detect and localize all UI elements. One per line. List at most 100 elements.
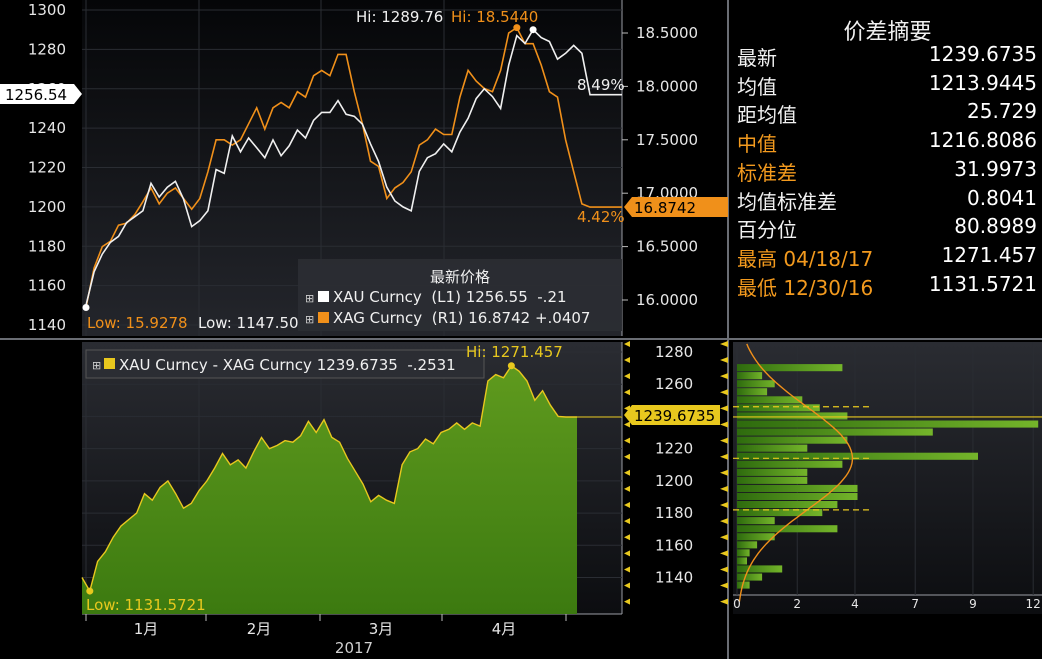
legend-row-xau: XAU Curncy (L1) 1256.55 -.21 <box>333 288 567 306</box>
legend-swatch-xag <box>318 312 329 323</box>
histogram-axis-arrow <box>720 550 728 557</box>
spread-axis-tick-label: 1280 <box>655 343 693 361</box>
legend-expand-icon[interactable]: ⊞ <box>92 359 101 372</box>
left-value-marker: 1256.54 <box>0 84 82 104</box>
histogram-axis-arrow <box>720 437 728 444</box>
spread-axis-arrow <box>624 550 630 557</box>
bottom-legend: ⊞ XAU Curncy - XAG Curncy 1239.6735 -.25… <box>85 349 485 379</box>
histogram-axis-arrow <box>720 502 728 509</box>
right-axis-tick-label: 16.0000 <box>636 291 698 309</box>
histogram-bar <box>737 364 843 372</box>
spread-axis-tick-label: 1140 <box>655 569 693 587</box>
spread-high-point <box>507 362 515 370</box>
summary-value: 25.729 <box>967 99 1037 124</box>
x-month-label: 1月 <box>134 620 159 638</box>
histogram-bar <box>737 557 747 565</box>
histogram-axis-arrow <box>720 566 728 573</box>
legend-swatch-spread <box>104 358 115 369</box>
spread-axis-tick-label: 1180 <box>655 504 693 522</box>
spread-axis-arrow <box>624 340 630 347</box>
histogram-bar <box>737 476 808 484</box>
histogram-axis-arrow <box>720 469 728 476</box>
histogram-axis-arrow <box>720 453 728 460</box>
histogram-bar <box>737 420 1039 428</box>
spread-axis-arrow <box>624 502 630 509</box>
histogram-axis-arrow <box>720 582 728 589</box>
summary-row: 最低 12/30/16 1131.5721 <box>737 272 1037 300</box>
histogram-bar <box>737 412 848 420</box>
left-axis-tick-label: 1200 <box>28 198 66 216</box>
left-axis-tick-label: 1280 <box>28 40 66 58</box>
hi-xau-label: Hi: 1289.76 <box>356 8 443 26</box>
spread-low-point <box>86 587 94 595</box>
summary-value: 1271.457 <box>941 242 1037 267</box>
histogram-bar <box>737 380 775 388</box>
summary-label: 中值 <box>737 132 777 157</box>
histogram-bar <box>737 444 808 452</box>
summary-value: 1239.6735 <box>928 42 1037 66</box>
spread-axis-arrow <box>624 518 630 525</box>
histogram-bar <box>737 549 750 557</box>
spread-axis-arrow <box>624 453 630 460</box>
spread-axis-arrow <box>624 389 630 396</box>
summary-row: 最高 04/18/17 1271.457 <box>737 243 1037 271</box>
x-month-label: 4月 <box>492 620 517 638</box>
legend-swatch-xau <box>318 291 329 302</box>
low-xag-label: Low: 15.9278 <box>87 314 188 332</box>
summary-label: 最低 12/30/16 <box>737 275 874 300</box>
summary-row: 百分位 80.8989 <box>737 214 1037 242</box>
summary-label: 最新 <box>737 46 777 70</box>
histogram-x-tick-label: 2 <box>793 597 801 611</box>
spread-axis-arrow <box>624 534 630 541</box>
summary-row: 最新 1239.6735 <box>737 42 1037 70</box>
summary-label: 均值 <box>737 74 777 99</box>
left-axis-tick-label: 1180 <box>28 237 66 255</box>
x-month-label: 3月 <box>369 620 394 638</box>
spread-summary-panel: 价差摘要 最新 1239.6735 均值 1213.9445 距均值 25.729 中值 12… <box>733 0 1042 336</box>
summary-value: 1213.9445 <box>928 70 1037 95</box>
spread-axis-tick-label: 1260 <box>655 375 693 393</box>
histogram-axis-arrow <box>720 534 728 541</box>
histogram-bar <box>737 573 763 581</box>
histogram-axis-arrow <box>720 340 728 347</box>
histogram-bar <box>737 460 843 468</box>
summary-label: 最高 04/18/17 <box>737 246 874 271</box>
spread-axis-arrow <box>624 437 630 444</box>
right-marker-xag-text: 16.8742 <box>634 199 696 217</box>
histogram-bar <box>737 501 838 509</box>
histogram-bar <box>737 492 858 500</box>
xau-low-point <box>82 303 90 311</box>
legend-expand-icon[interactable]: ⊞ <box>305 313 314 326</box>
summary-value: 1216.8086 <box>928 128 1037 153</box>
spread-axis-arrow <box>624 485 630 492</box>
histogram-axis-arrow <box>720 485 728 492</box>
summary-row: 中值 1216.8086 <box>737 128 1037 156</box>
spread-axis-arrow <box>624 469 630 476</box>
legend-expand-icon[interactable]: ⊞ <box>305 292 314 305</box>
low-xau-label: Low: 1147.50 <box>198 314 299 332</box>
bottom-legend-text: XAU Curncy - XAG Curncy 1239.6735 -.2531 <box>119 356 456 374</box>
top-legend-title: 最新价格 <box>430 268 490 286</box>
summary-row: 均值 1213.9445 <box>737 71 1037 99</box>
histogram-axis-arrow <box>720 421 728 428</box>
histogram-axis-arrow <box>720 598 728 605</box>
histogram-bar <box>737 436 848 444</box>
histogram-axis-arrow <box>720 357 728 364</box>
histogram-axis-arrow <box>720 518 728 525</box>
summary-label: 百分位 <box>737 218 797 243</box>
spread-axis-tick-label: 1220 <box>655 440 693 458</box>
legend-row-xag: XAG Curncy (R1) 16.8742 +.0407 <box>333 309 590 327</box>
histogram-axis-arrow <box>720 405 728 412</box>
pct-xau-label: 8.49% <box>577 76 625 94</box>
histogram-bar <box>737 517 775 525</box>
spread-axis-tick-label: 1200 <box>655 472 693 490</box>
summary-value: 1131.5721 <box>928 271 1037 296</box>
histogram-bar <box>737 388 768 396</box>
histogram-x-tick-label: 4 <box>851 597 859 611</box>
histogram-x-tick-label: 12 <box>1026 597 1041 611</box>
summary-value: 80.8989 <box>954 214 1037 239</box>
xau-high-point <box>529 26 537 34</box>
left-axis-tick-label: 1140 <box>28 316 66 334</box>
spread-axis-arrow <box>624 598 630 605</box>
summary-row: 标准差 31.9973 <box>737 157 1037 185</box>
